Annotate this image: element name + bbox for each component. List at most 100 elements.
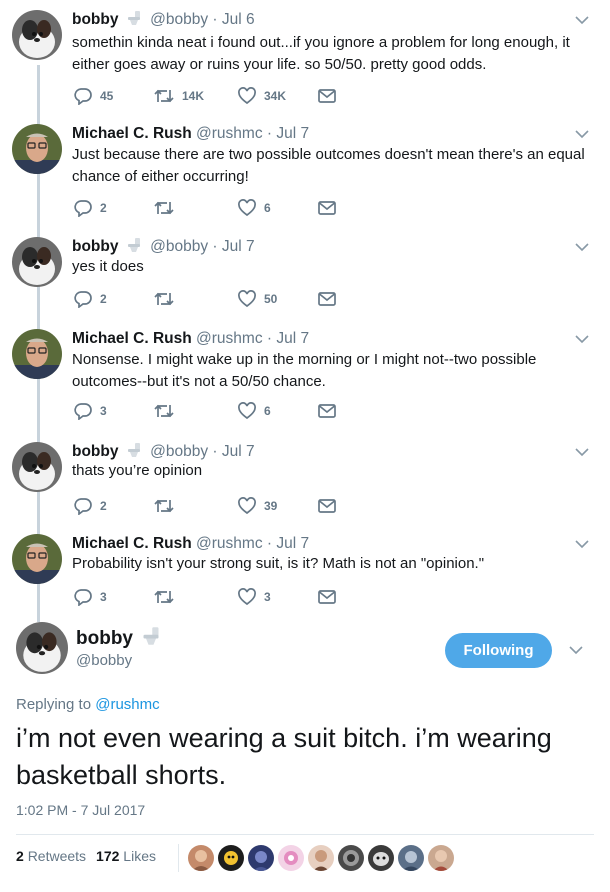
tweet-date[interactable]: Jul 7 <box>222 238 255 255</box>
retweet-icon <box>154 499 174 513</box>
like-button[interactable]: 34K <box>238 86 286 106</box>
replying-to: Replying to @rushmc <box>16 696 160 713</box>
main-tweet-handle[interactable]: @bobby <box>76 652 132 669</box>
retweets-stat[interactable]: 2 Retweets <box>16 848 86 864</box>
reply-button[interactable]: 2 <box>74 496 107 516</box>
chevron-down-icon[interactable] <box>574 239 590 255</box>
retweet-button[interactable] <box>154 289 182 309</box>
avatar[interactable] <box>12 534 62 584</box>
reply-icon <box>74 291 92 308</box>
retweet-button[interactable] <box>154 198 182 218</box>
like-button[interactable]: 6 <box>238 198 271 218</box>
liker-avatar[interactable] <box>398 845 424 871</box>
thread-tweet[interactable]: Michael C. Rush @rushmc · Jul 7 Nonsense… <box>0 329 610 423</box>
liker-avatar[interactable] <box>248 845 274 871</box>
display-name[interactable]: bobby <box>76 628 133 649</box>
like-button[interactable]: 6 <box>238 401 271 421</box>
retweet-icon <box>154 292 174 306</box>
chevron-down-icon[interactable] <box>574 12 590 28</box>
reply-button[interactable]: 2 <box>74 289 107 309</box>
like-count: 50 <box>264 292 278 306</box>
chevron-down-icon[interactable] <box>574 536 590 552</box>
chevron-down-icon[interactable] <box>574 331 590 347</box>
tweet-date[interactable]: Jul 7 <box>276 535 309 552</box>
handle[interactable]: @bobby <box>150 11 208 28</box>
envelope-icon <box>318 292 336 306</box>
like-button[interactable]: 3 <box>238 587 271 607</box>
replying-prefix: Replying to <box>16 696 96 713</box>
tweet-header: Michael C. Rush @rushmc · Jul 7 <box>72 535 310 552</box>
reply-icon <box>74 200 92 217</box>
display-name[interactable]: Michael C. Rush <box>72 125 192 142</box>
retweet-button[interactable] <box>154 496 182 516</box>
handle[interactable]: @rushmc <box>196 330 263 347</box>
handle[interactable]: @rushmc <box>196 535 263 552</box>
like-count: 39 <box>264 499 278 513</box>
liker-avatar[interactable] <box>188 845 214 871</box>
avatar[interactable] <box>12 237 62 287</box>
dm-button[interactable] <box>318 401 336 421</box>
main-tweet-avatar[interactable] <box>16 622 68 674</box>
thread-tweet[interactable]: Michael C. Rush @rushmc · Jul 7 Just bec… <box>0 124 610 218</box>
main-tweet-timestamp[interactable]: 1:02 PM - 7 Jul 2017 <box>16 802 145 818</box>
tweet-date[interactable]: Jul 7 <box>276 330 309 347</box>
following-button[interactable]: Following <box>445 633 552 668</box>
display-name[interactable]: Michael C. Rush <box>72 535 192 552</box>
display-name[interactable]: bobby <box>72 11 119 28</box>
retweet-button[interactable] <box>154 401 182 421</box>
avatar[interactable] <box>12 124 62 174</box>
engagement-stats: 2 Retweets 172 Likes <box>16 848 156 864</box>
envelope-icon <box>318 590 336 604</box>
heart-icon <box>238 290 256 308</box>
like-button[interactable]: 39 <box>238 496 277 516</box>
thread-tweet[interactable]: Michael C. Rush @rushmc · Jul 7 Probabil… <box>0 534 610 608</box>
like-count: 6 <box>264 201 271 215</box>
main-tweet-name[interactable]: bobby <box>76 626 165 652</box>
tweet-date[interactable]: Jul 6 <box>222 11 255 28</box>
avatar[interactable] <box>12 442 62 492</box>
like-count: 6 <box>264 404 271 418</box>
retweet-icon <box>154 590 174 604</box>
liker-avatar[interactable] <box>368 845 394 871</box>
thread-tweet[interactable]: bobby @bobby · Jul 7 thats you’re opinio… <box>0 442 610 516</box>
likes-stat[interactable]: 172 Likes <box>96 848 156 864</box>
thread-tweet[interactable]: bobby @bobby · Jul 7 yes it does 2 50 <box>0 237 610 311</box>
reply-button[interactable]: 45 <box>74 86 113 106</box>
liker-avatar[interactable] <box>218 845 244 871</box>
chevron-down-icon[interactable] <box>574 444 590 460</box>
tweet-date[interactable]: Jul 7 <box>222 443 255 460</box>
chevron-down-icon[interactable] <box>574 126 590 142</box>
chevron-down-icon[interactable] <box>568 642 584 658</box>
handle[interactable]: @rushmc <box>196 125 263 142</box>
handle[interactable]: @bobby <box>150 443 208 460</box>
dm-button[interactable] <box>318 587 336 607</box>
display-name[interactable]: Michael C. Rush <box>72 330 192 347</box>
dm-button[interactable] <box>318 198 336 218</box>
dm-button[interactable] <box>318 289 336 309</box>
reply-button[interactable]: 2 <box>74 198 107 218</box>
reply-button[interactable]: 3 <box>74 401 107 421</box>
liker-avatar[interactable] <box>428 845 454 871</box>
reply-count: 2 <box>100 292 107 306</box>
liker-avatar[interactable] <box>338 845 364 871</box>
thread-tweet[interactable]: bobby @bobby · Jul 6 somethin kinda neat… <box>0 10 610 110</box>
liker-avatar[interactable] <box>278 845 304 871</box>
liker-avatar[interactable] <box>308 845 334 871</box>
avatar[interactable] <box>12 10 62 60</box>
dm-button[interactable] <box>318 496 336 516</box>
like-button[interactable]: 50 <box>238 289 277 309</box>
display-name[interactable]: bobby <box>72 238 119 255</box>
avatar[interactable] <box>12 329 62 379</box>
like-count: 34K <box>264 89 287 103</box>
replying-to-link[interactable]: @rushmc <box>95 696 159 713</box>
retweet-button[interactable] <box>154 587 182 607</box>
retweet-button[interactable]: 14K <box>154 86 204 106</box>
heart-icon <box>238 497 256 515</box>
display-name[interactable]: bobby <box>72 443 119 460</box>
dm-button[interactable] <box>318 86 336 106</box>
handle[interactable]: @bobby <box>150 238 208 255</box>
tweet-text: Just because there are two possible outc… <box>72 146 585 185</box>
tweet-date[interactable]: Jul 7 <box>276 125 309 142</box>
envelope-icon <box>318 201 336 215</box>
reply-button[interactable]: 3 <box>74 587 107 607</box>
